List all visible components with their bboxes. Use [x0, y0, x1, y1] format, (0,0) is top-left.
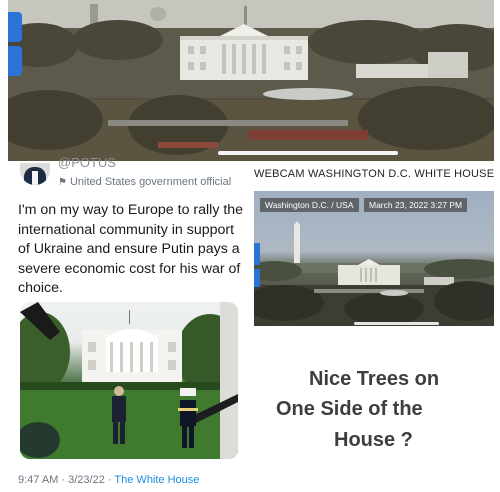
webcam-photo-top — [8, 0, 494, 161]
webcam-title: WEBCAM WASHINGTON D.C. WHITE HOUSE LIVE … — [254, 168, 494, 180]
government-account-label: ⚑ United States government official — [58, 176, 231, 188]
comment-line-3: House ? — [334, 429, 413, 451]
south-lawn-photo — [20, 302, 238, 459]
comment-line-1: Nice Trees on — [309, 368, 440, 390]
tweet-timestamp[interactable]: 9:47 AM · 3/23/22 · — [18, 474, 114, 486]
accent-tab — [8, 12, 22, 42]
accent-tab — [254, 243, 260, 265]
flag-icon: ⚑ — [58, 177, 67, 188]
avatar[interactable] — [20, 163, 50, 185]
tweet-photo[interactable] — [20, 302, 238, 459]
white-house-aerial-scene — [8, 0, 494, 161]
video-scrubber[interactable] — [218, 151, 398, 155]
tweet-card: @POTUS ⚑ United States government officia… — [12, 155, 248, 492]
government-label-text: United States government official — [69, 176, 232, 188]
accent-tab — [8, 46, 22, 76]
tweet-source-link[interactable]: The White House — [114, 474, 199, 486]
tweet-meta: 9:47 AM · 3/23/22 · The White House — [18, 474, 199, 486]
tweet-text: I'm on my way to Europe to rally the int… — [18, 202, 244, 296]
comment-line-2: One Side of the — [276, 398, 423, 420]
accent-tab — [254, 269, 260, 287]
webcam-frame[interactable]: Washington D.C. / USA March 23, 2022 3:2… — [254, 191, 494, 326]
webcam-location-tag: Washington D.C. / USA — [260, 198, 359, 212]
video-scrubber[interactable] — [354, 322, 439, 325]
account-handle[interactable]: @POTUS — [58, 155, 116, 170]
webcam-datetime-tag: March 23, 2022 3:27 PM — [364, 198, 468, 212]
